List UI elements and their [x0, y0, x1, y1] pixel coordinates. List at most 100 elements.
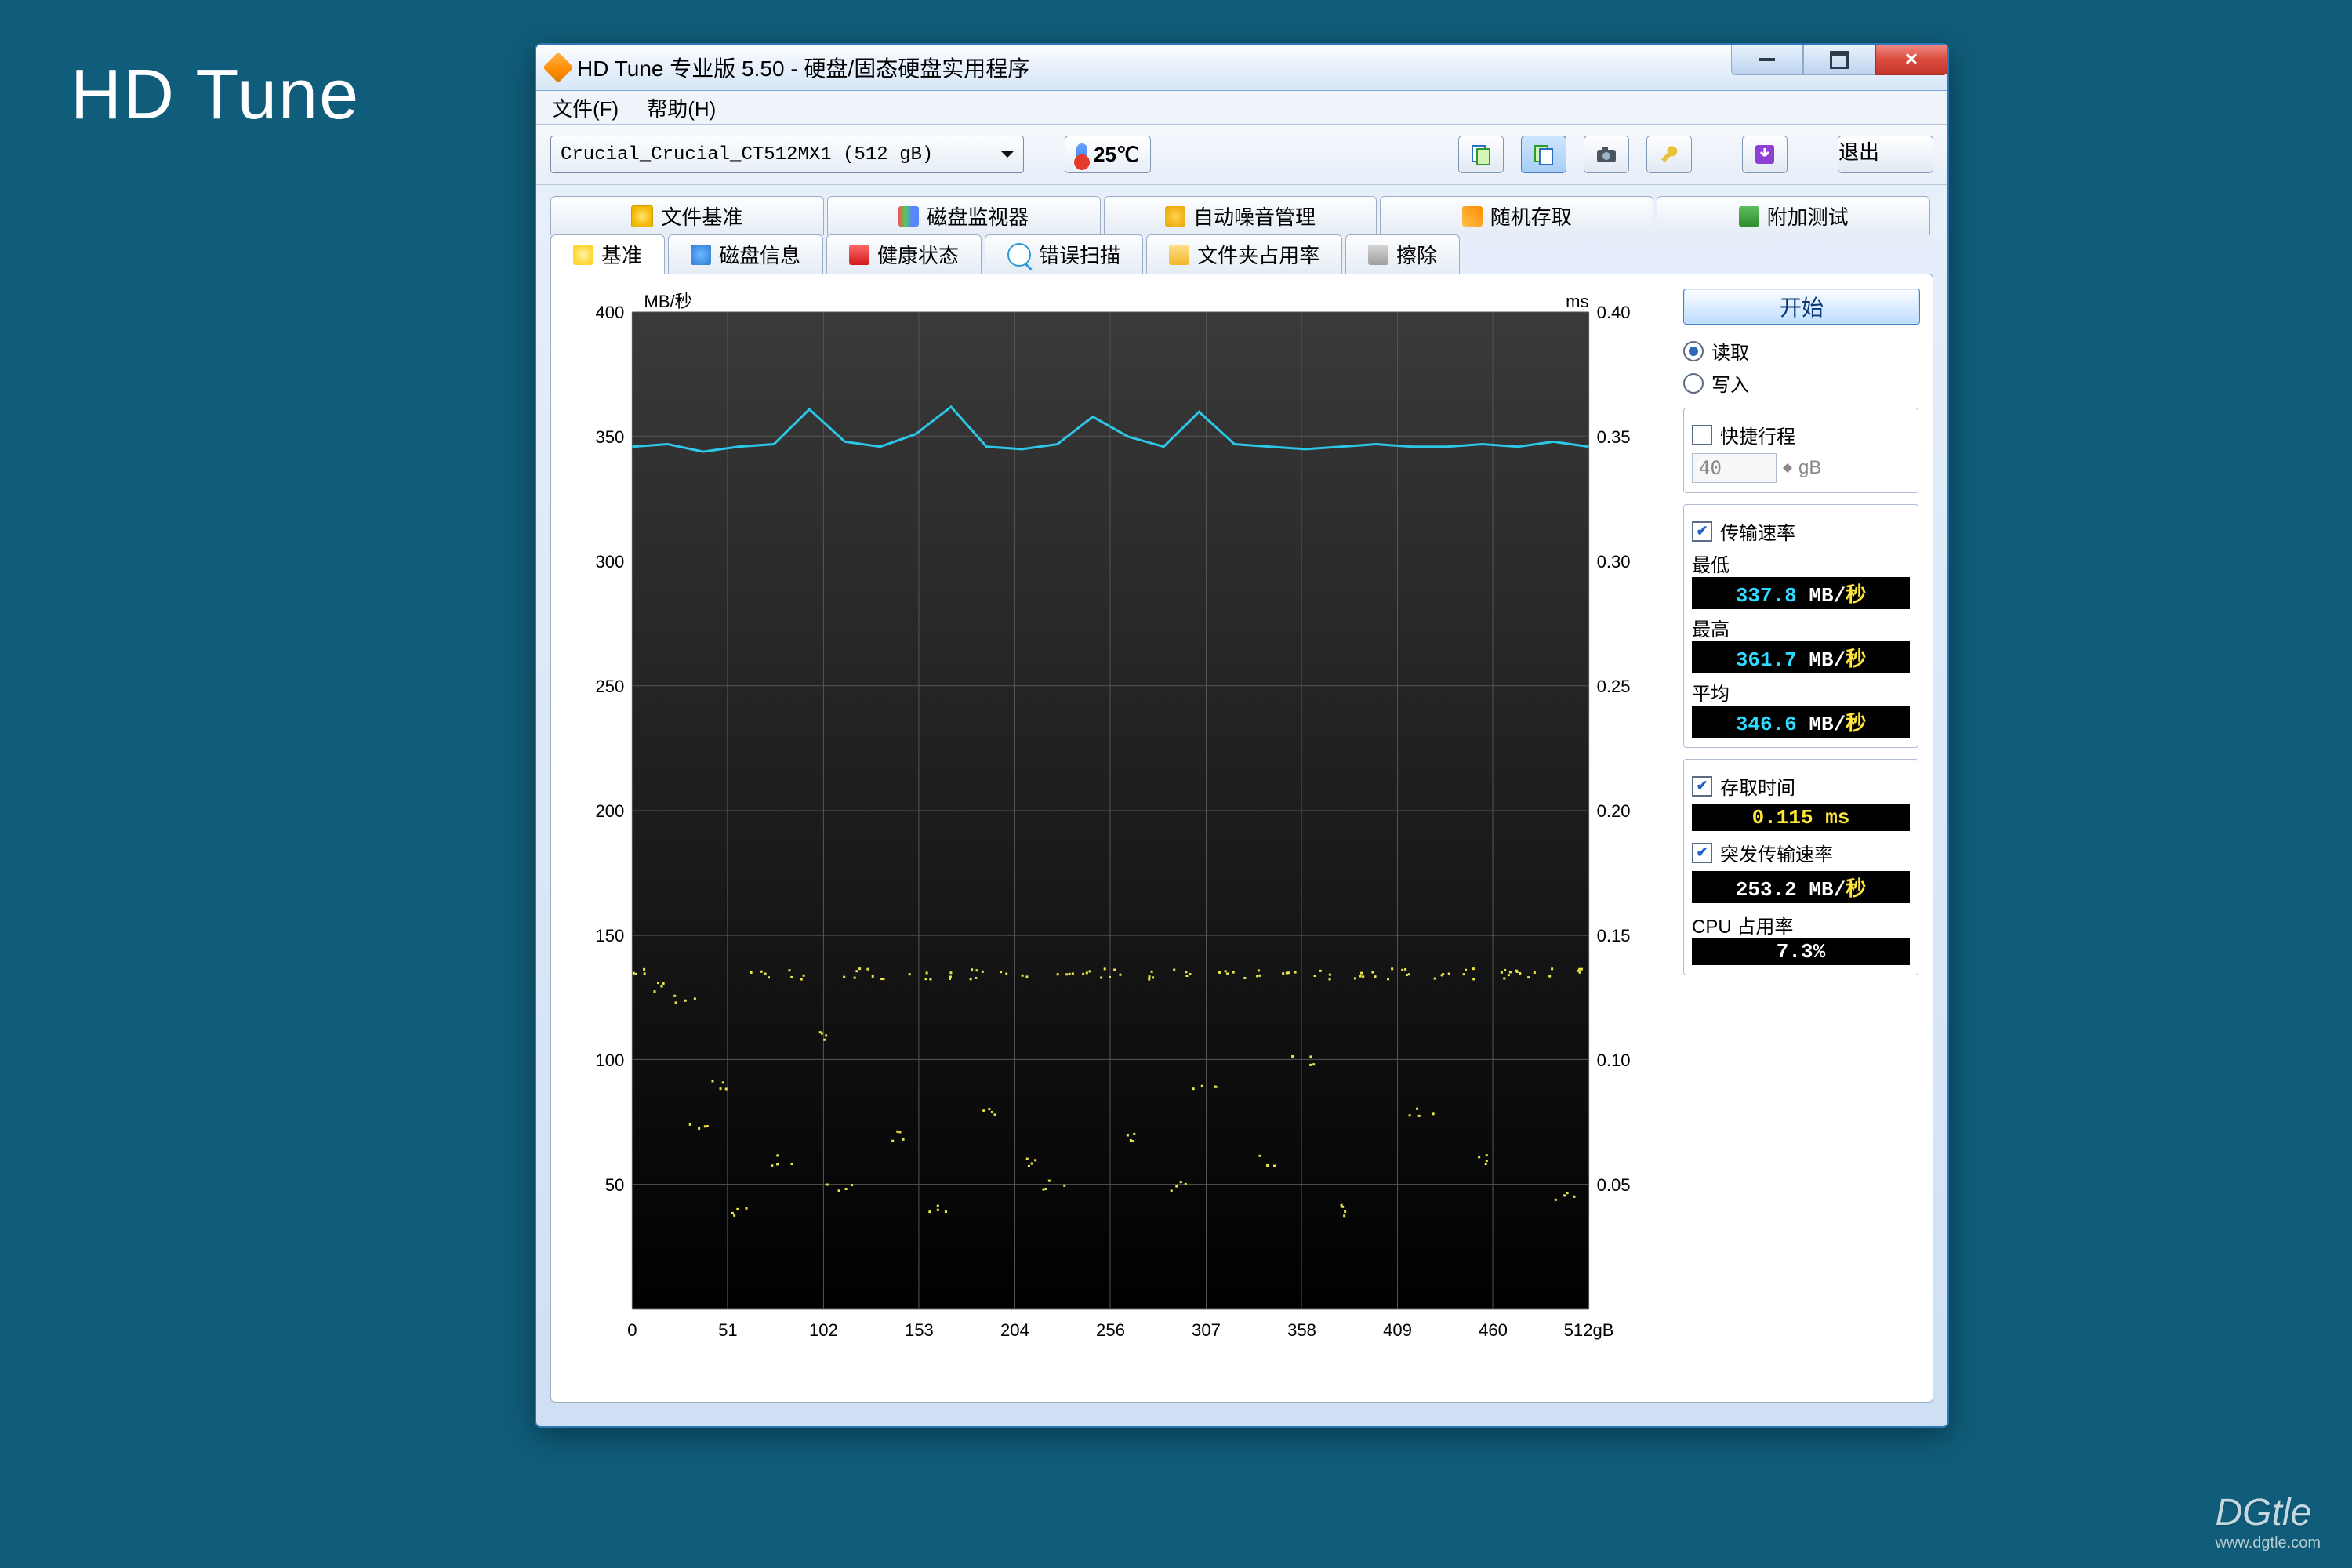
radio-write-icon: [1683, 373, 1704, 394]
svg-text:460: 460: [1479, 1320, 1508, 1340]
titlebar[interactable]: HD Tune 专业版 5.50 - 硬盘/固态硬盘实用程序 ✕: [536, 45, 1947, 91]
svg-text:250: 250: [595, 677, 624, 696]
svg-text:0.35: 0.35: [1597, 427, 1631, 447]
svg-text:409: 409: [1383, 1320, 1412, 1340]
access-checkbox[interactable]: 存取时间: [1692, 772, 1910, 800]
svg-text:300: 300: [595, 552, 624, 572]
svg-text:358: 358: [1287, 1320, 1316, 1340]
benchmark-chart: MB/秒 ms 50 100 150 200 250 300 350 400 0.05 0.10…: [565, 289, 1668, 1388]
svg-text:0.15: 0.15: [1597, 926, 1631, 946]
tab-file-benchmark[interactable]: 文件基准: [550, 196, 824, 235]
slide-title: HD Tune: [71, 55, 360, 136]
svg-text:0.40: 0.40: [1597, 303, 1631, 322]
transfer-checkbox[interactable]: 传输速率: [1692, 517, 1910, 545]
avg-label: 平均: [1692, 678, 1910, 706]
svg-text:307: 307: [1192, 1320, 1221, 1340]
burst-checkbox[interactable]: 突发传输速率: [1692, 839, 1910, 866]
window-title: HD Tune 专业版 5.50 - 硬盘/固态硬盘实用程序: [577, 52, 1029, 83]
avg-lcd: 346.6 MB/秒: [1692, 706, 1910, 738]
min-lcd: 337.8 MB/秒: [1692, 577, 1910, 609]
drive-select-value: Crucial_Crucial_CT512MX1 (512 gB): [561, 144, 933, 165]
cpu-lcd: 7.3%: [1692, 938, 1910, 965]
save-button[interactable]: [1742, 136, 1788, 173]
temperature-indicator: 25℃: [1065, 136, 1151, 173]
checkbox-icon: [1692, 521, 1712, 542]
svg-text:400: 400: [595, 303, 624, 322]
tab-error-scan[interactable]: 错误扫描: [985, 234, 1143, 274]
toolbar: Crucial_Crucial_CT512MX1 (512 gB) 25℃ 退出: [536, 125, 1947, 185]
start-button[interactable]: 开始: [1683, 289, 1920, 325]
checkbox-icon: [1692, 776, 1712, 797]
svg-text:200: 200: [595, 801, 624, 821]
maximize-button[interactable]: [1803, 45, 1875, 75]
tab-aam[interactable]: 自动噪音管理: [1104, 196, 1377, 235]
svg-text:51: 51: [718, 1320, 738, 1340]
svg-text:512gB: 512gB: [1564, 1320, 1614, 1340]
tab-random-access[interactable]: 随机存取: [1380, 196, 1653, 235]
access-group: 存取时间 0.115 ms 突发传输速率 253.2 MB/秒 CPU 占用率 …: [1683, 759, 1918, 975]
benchmark-panel: MB/秒 ms 50 100 150 200 250 300 350 400 0.05 0.10…: [550, 274, 1933, 1403]
copy-info-button[interactable]: [1458, 136, 1504, 173]
camera-icon: [1595, 145, 1617, 164]
mode-read-row[interactable]: 读取: [1683, 337, 1918, 365]
svg-text:0.10: 0.10: [1597, 1051, 1631, 1070]
tab-info[interactable]: 磁盘信息: [668, 234, 823, 274]
svg-text:204: 204: [1000, 1320, 1029, 1340]
exit-button[interactable]: 退出: [1838, 136, 1933, 173]
svg-text:153: 153: [905, 1320, 934, 1340]
menu-file[interactable]: 文件(F): [552, 93, 619, 122]
svg-text:0.30: 0.30: [1597, 552, 1631, 572]
copy-screenshot-button[interactable]: [1521, 136, 1566, 173]
thermometer-icon: [1076, 143, 1087, 165]
drive-select[interactable]: Crucial_Crucial_CT512MX1 (512 gB): [550, 136, 1024, 173]
max-lcd: 361.7 MB/秒: [1692, 641, 1910, 673]
wrench-icon: [1658, 143, 1680, 165]
svg-text:0.25: 0.25: [1597, 677, 1631, 696]
close-button[interactable]: ✕: [1875, 45, 1947, 75]
tab-disk-monitor[interactable]: 磁盘监视器: [827, 196, 1101, 235]
copy-icon: [1470, 143, 1492, 165]
tab-folder[interactable]: 文件夹占用率: [1146, 234, 1342, 274]
quick-value-spinner[interactable]: 40 gB: [1692, 453, 1910, 483]
svg-text:150: 150: [595, 926, 624, 946]
checkbox-icon: [1692, 425, 1712, 445]
svg-text:ms: ms: [1566, 292, 1588, 311]
svg-text:50: 50: [605, 1175, 625, 1195]
mode-write-row[interactable]: 写入: [1683, 369, 1918, 397]
quick-group: 快捷行程 40 gB: [1683, 408, 1918, 493]
screenshot-button[interactable]: [1584, 136, 1629, 173]
application-window: HD Tune 专业版 5.50 - 硬盘/固态硬盘实用程序 ✕ 文件(F) 帮…: [535, 43, 1949, 1428]
svg-text:102: 102: [809, 1320, 838, 1340]
access-lcd: 0.115 ms: [1692, 804, 1910, 831]
svg-text:0.20: 0.20: [1597, 801, 1631, 821]
tab-health[interactable]: 健康状态: [826, 234, 982, 274]
quick-checkbox[interactable]: 快捷行程: [1692, 421, 1910, 448]
svg-text:256: 256: [1096, 1320, 1125, 1340]
checkbox-icon: [1692, 843, 1712, 863]
copy-green-icon: [1533, 143, 1555, 165]
svg-text:0.05: 0.05: [1597, 1175, 1631, 1195]
cpu-label: CPU 占用率: [1692, 911, 1910, 938]
svg-text:100: 100: [595, 1051, 624, 1070]
minimize-button[interactable]: [1731, 45, 1803, 75]
secondary-tabstrip: 文件基准 磁盘监视器 自动噪音管理 随机存取 附加测试: [550, 196, 1933, 235]
burst-lcd: 253.2 MB/秒: [1692, 871, 1910, 903]
app-icon: [543, 52, 574, 83]
min-label: 最低: [1692, 550, 1910, 577]
benchmark-side-panel: 开始 读取 写入 快捷行程 40 gB: [1683, 289, 1918, 1388]
options-button[interactable]: [1646, 136, 1692, 173]
transfer-group: 传输速率 最低 337.8 MB/秒 最高 361.7 MB/秒 平均 346.…: [1683, 504, 1918, 748]
max-label: 最高: [1692, 614, 1910, 641]
menubar: 文件(F) 帮助(H): [536, 91, 1947, 125]
tab-benchmark[interactable]: 基准: [550, 234, 665, 274]
svg-text:350: 350: [595, 427, 624, 447]
svg-text:0: 0: [627, 1320, 637, 1340]
primary-tabstrip: 基准 磁盘信息 健康状态 错误扫描 文件夹占用率 擦除: [550, 234, 1933, 274]
svg-text:MB/秒: MB/秒: [644, 292, 691, 311]
chevron-down-icon: [1001, 151, 1014, 164]
watermark: DGtle www.dgtle.com: [2216, 1491, 2321, 1552]
tab-extra-tests[interactable]: 附加测试: [1657, 196, 1930, 235]
tab-erase[interactable]: 擦除: [1345, 234, 1460, 274]
download-icon: [1754, 143, 1776, 165]
menu-help[interactable]: 帮助(H): [647, 93, 716, 122]
